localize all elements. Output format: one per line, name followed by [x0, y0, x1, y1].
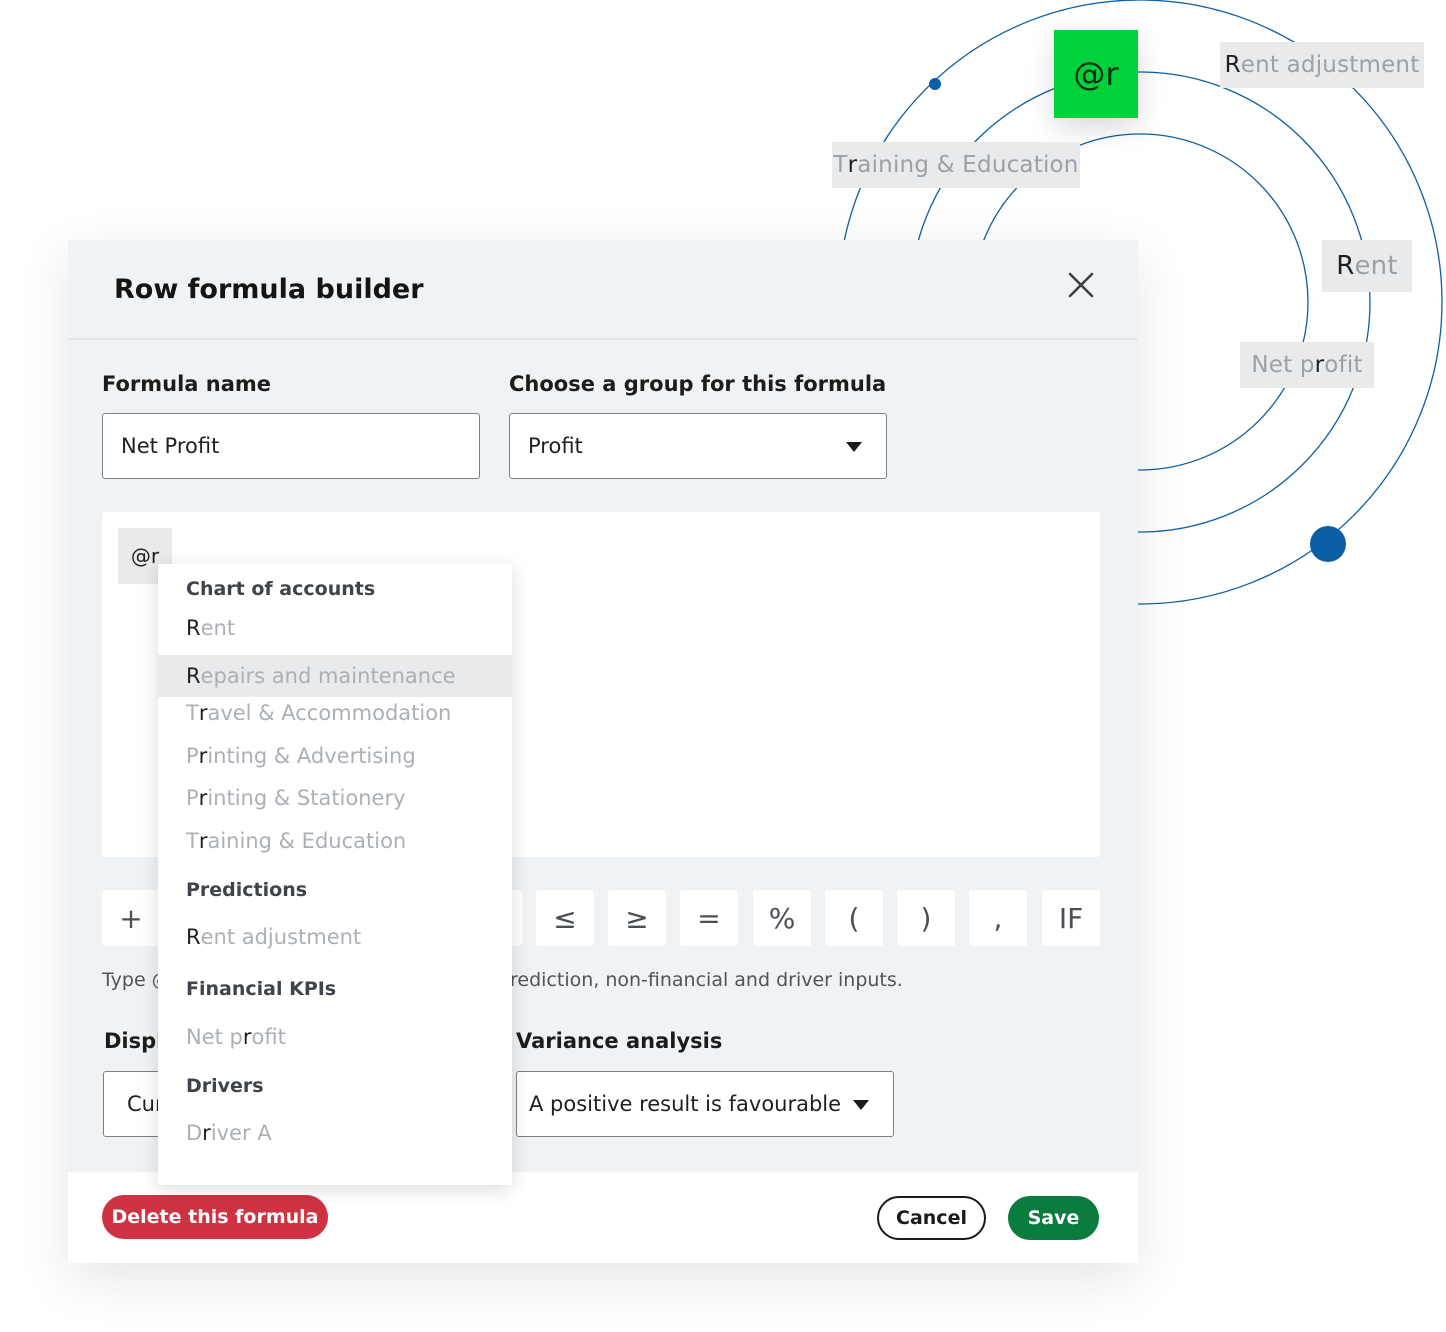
- suggestion-chip-training-education: Tr aining & Education: [832, 142, 1080, 188]
- operator-gte-button[interactable]: ≥: [608, 890, 666, 946]
- suggestion-net-profit[interactable]: Net p r ofit: [158, 1016, 512, 1058]
- operator-lte-button[interactable]: ≤: [536, 890, 594, 946]
- close-icon: [1068, 272, 1094, 298]
- formula-name-value: Net Profit: [121, 434, 220, 458]
- operator-percent-button[interactable]: %: [753, 890, 811, 946]
- orbit-dot-small: [929, 78, 941, 90]
- suggestion-training-education[interactable]: Tr aining & Education: [158, 820, 512, 862]
- suggestion-travel-accommodation[interactable]: Tr avel & Accommodation: [158, 692, 512, 734]
- suggestion-driver-a[interactable]: Dr iver A: [158, 1112, 512, 1154]
- suggestion-repairs-and-maintenance[interactable]: Repairs and maintenance: [158, 655, 512, 697]
- operator-comma-button[interactable]: ,: [969, 890, 1027, 946]
- orbit-dot-large: [1310, 526, 1346, 562]
- save-button[interactable]: Save: [1008, 1196, 1099, 1240]
- variance-select-value: A positive result is favourable: [529, 1092, 842, 1116]
- operator-open-paren-button[interactable]: (: [825, 890, 883, 946]
- mention-trigger-chip: @r: [1054, 30, 1138, 118]
- suggestion-chip-rent: Rent: [1322, 240, 1412, 292]
- operator-if-button[interactable]: IF: [1042, 890, 1100, 946]
- operator-equals-button[interactable]: =: [680, 890, 738, 946]
- suggestion-printing-advertising[interactable]: Pr inting & Advertising: [158, 735, 512, 777]
- variance-select[interactable]: A positive result is favourable: [516, 1071, 894, 1137]
- operator-plus-button[interactable]: +: [102, 890, 160, 946]
- suggestion-rent-adjustment[interactable]: Rent adjustment: [158, 916, 512, 958]
- variance-label: Variance analysis: [516, 1029, 723, 1053]
- suggestion-chip-rent-adjustment: Rent adjustment: [1220, 42, 1424, 88]
- cancel-button[interactable]: Cancel: [877, 1196, 986, 1240]
- display-label: Displ: [104, 1029, 164, 1053]
- group-drivers: Drivers: [186, 1075, 264, 1097]
- group-chart-of-accounts: Chart of accounts: [186, 578, 376, 600]
- modal-footer: Delete this formula Cancel Save: [68, 1172, 1138, 1263]
- delete-formula-button[interactable]: Delete this formula: [102, 1195, 328, 1239]
- operator-close-paren-button[interactable]: ): [897, 890, 955, 946]
- group-label: Choose a group for this formula: [509, 372, 887, 396]
- chevron-down-icon: [853, 1100, 869, 1110]
- modal-title: Row formula builder: [114, 274, 424, 305]
- group-select[interactable]: Profit: [509, 413, 887, 479]
- chevron-down-icon: [846, 442, 862, 452]
- group-predictions: Predictions: [186, 879, 308, 901]
- suggestion-rent[interactable]: Rent: [158, 607, 512, 649]
- helper-text-end: rediction, non-financial and driver inpu…: [510, 969, 903, 991]
- group-select-value: Profit: [528, 434, 583, 458]
- mention-suggestions-dropdown: Chart of accounts Rent Repairs and maint…: [158, 564, 512, 1185]
- modal-header: Row formula builder: [68, 240, 1138, 340]
- group-financial-kpis: Financial KPIs: [186, 978, 337, 1000]
- suggestion-printing-stationery[interactable]: Pr inting & Stationery: [158, 777, 512, 819]
- formula-name-label: Formula name: [102, 372, 272, 396]
- close-button[interactable]: [1066, 270, 1096, 300]
- formula-name-input[interactable]: Net Profit: [102, 413, 480, 479]
- suggestion-chip-net-profit: Net p r ofit: [1240, 342, 1374, 388]
